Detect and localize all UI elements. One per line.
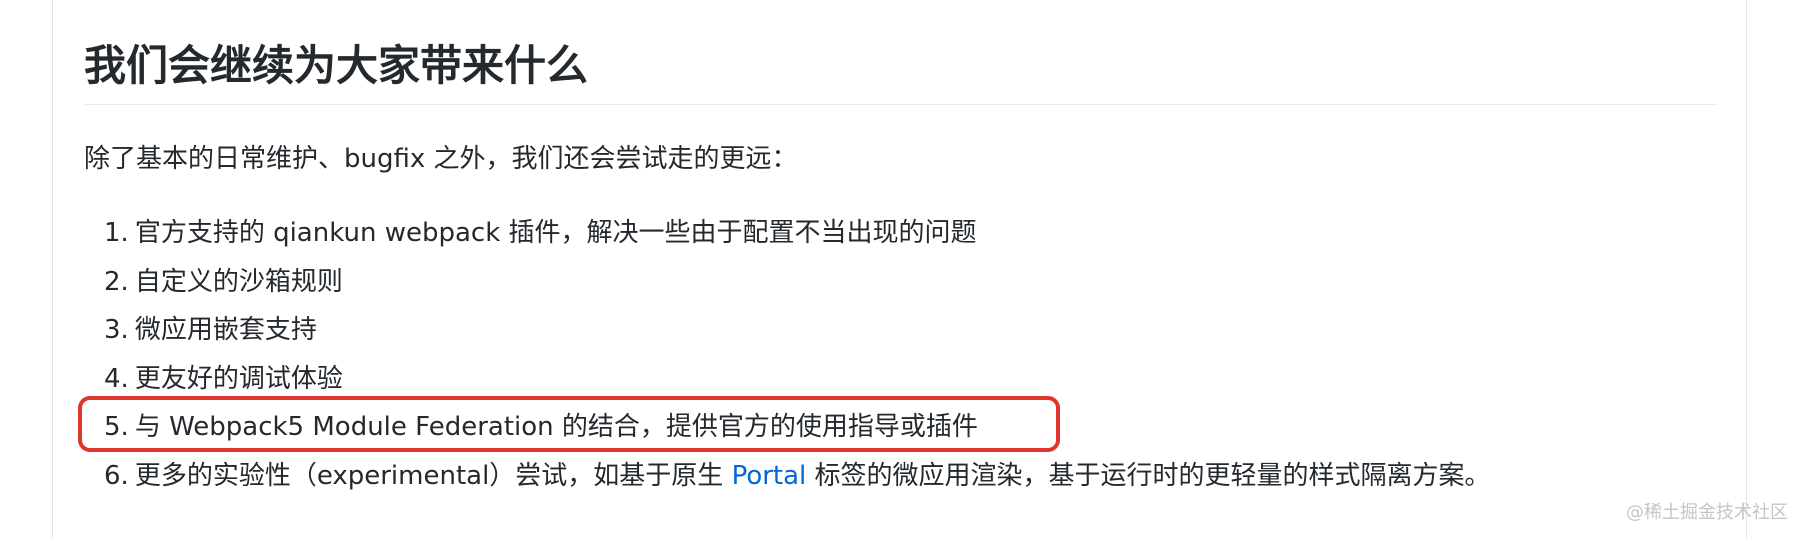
list-item: 3. 微应用嵌套支持 bbox=[104, 311, 1491, 360]
list-item-number: 3. bbox=[104, 315, 129, 345]
list-item-text: 更友好的调试体验 bbox=[134, 363, 343, 394]
list-item: 1. 官方支持的 qiankun webpack 插件，解决一些由于配置不当出现的… bbox=[104, 214, 1491, 263]
section-heading: 我们会继续为大家带来什么 bbox=[84, 41, 589, 90]
highlight-annotation-box bbox=[78, 396, 1060, 452]
list-item: 2. 自定义的沙箱规则 bbox=[104, 263, 1491, 312]
list-item-number: 1. bbox=[104, 218, 129, 248]
content-border-left bbox=[52, 0, 53, 538]
portal-link[interactable]: Portal bbox=[732, 461, 807, 491]
list-item-text-after: 标签的微应用渲染，基于运行时的更轻量的样式隔离方案。 bbox=[806, 460, 1491, 491]
watermark: @稀土掘金技术社区 bbox=[1626, 502, 1788, 523]
list-item-number: 2. bbox=[104, 266, 129, 297]
list-item-number: 6. bbox=[104, 460, 129, 491]
list-item-text: 官方支持的 qiankun webpack 插件，解决一些由于配置不当出现的问题 bbox=[134, 218, 977, 248]
content-border-right bbox=[1746, 0, 1747, 538]
list-item-text: 自定义的沙箱规则 bbox=[134, 266, 343, 297]
intro-paragraph: 除了基本的日常维护、bugfix 之外，我们还会尝试走的更远： bbox=[84, 144, 798, 174]
heading-divider bbox=[84, 104, 1718, 105]
list-item: 6. 更多的实验性（experimental）尝试，如基于原生 Portal 标签… bbox=[104, 457, 1491, 506]
list-item-text-before: 更多的实验性（experimental）尝试，如基于原生 bbox=[134, 460, 732, 491]
list-item-number: 4. bbox=[104, 363, 129, 394]
list-item-text: 微应用嵌套支持 bbox=[134, 315, 317, 345]
roadmap-list: 1. 官方支持的 qiankun webpack 插件，解决一些由于配置不当出现的… bbox=[104, 214, 1491, 505]
